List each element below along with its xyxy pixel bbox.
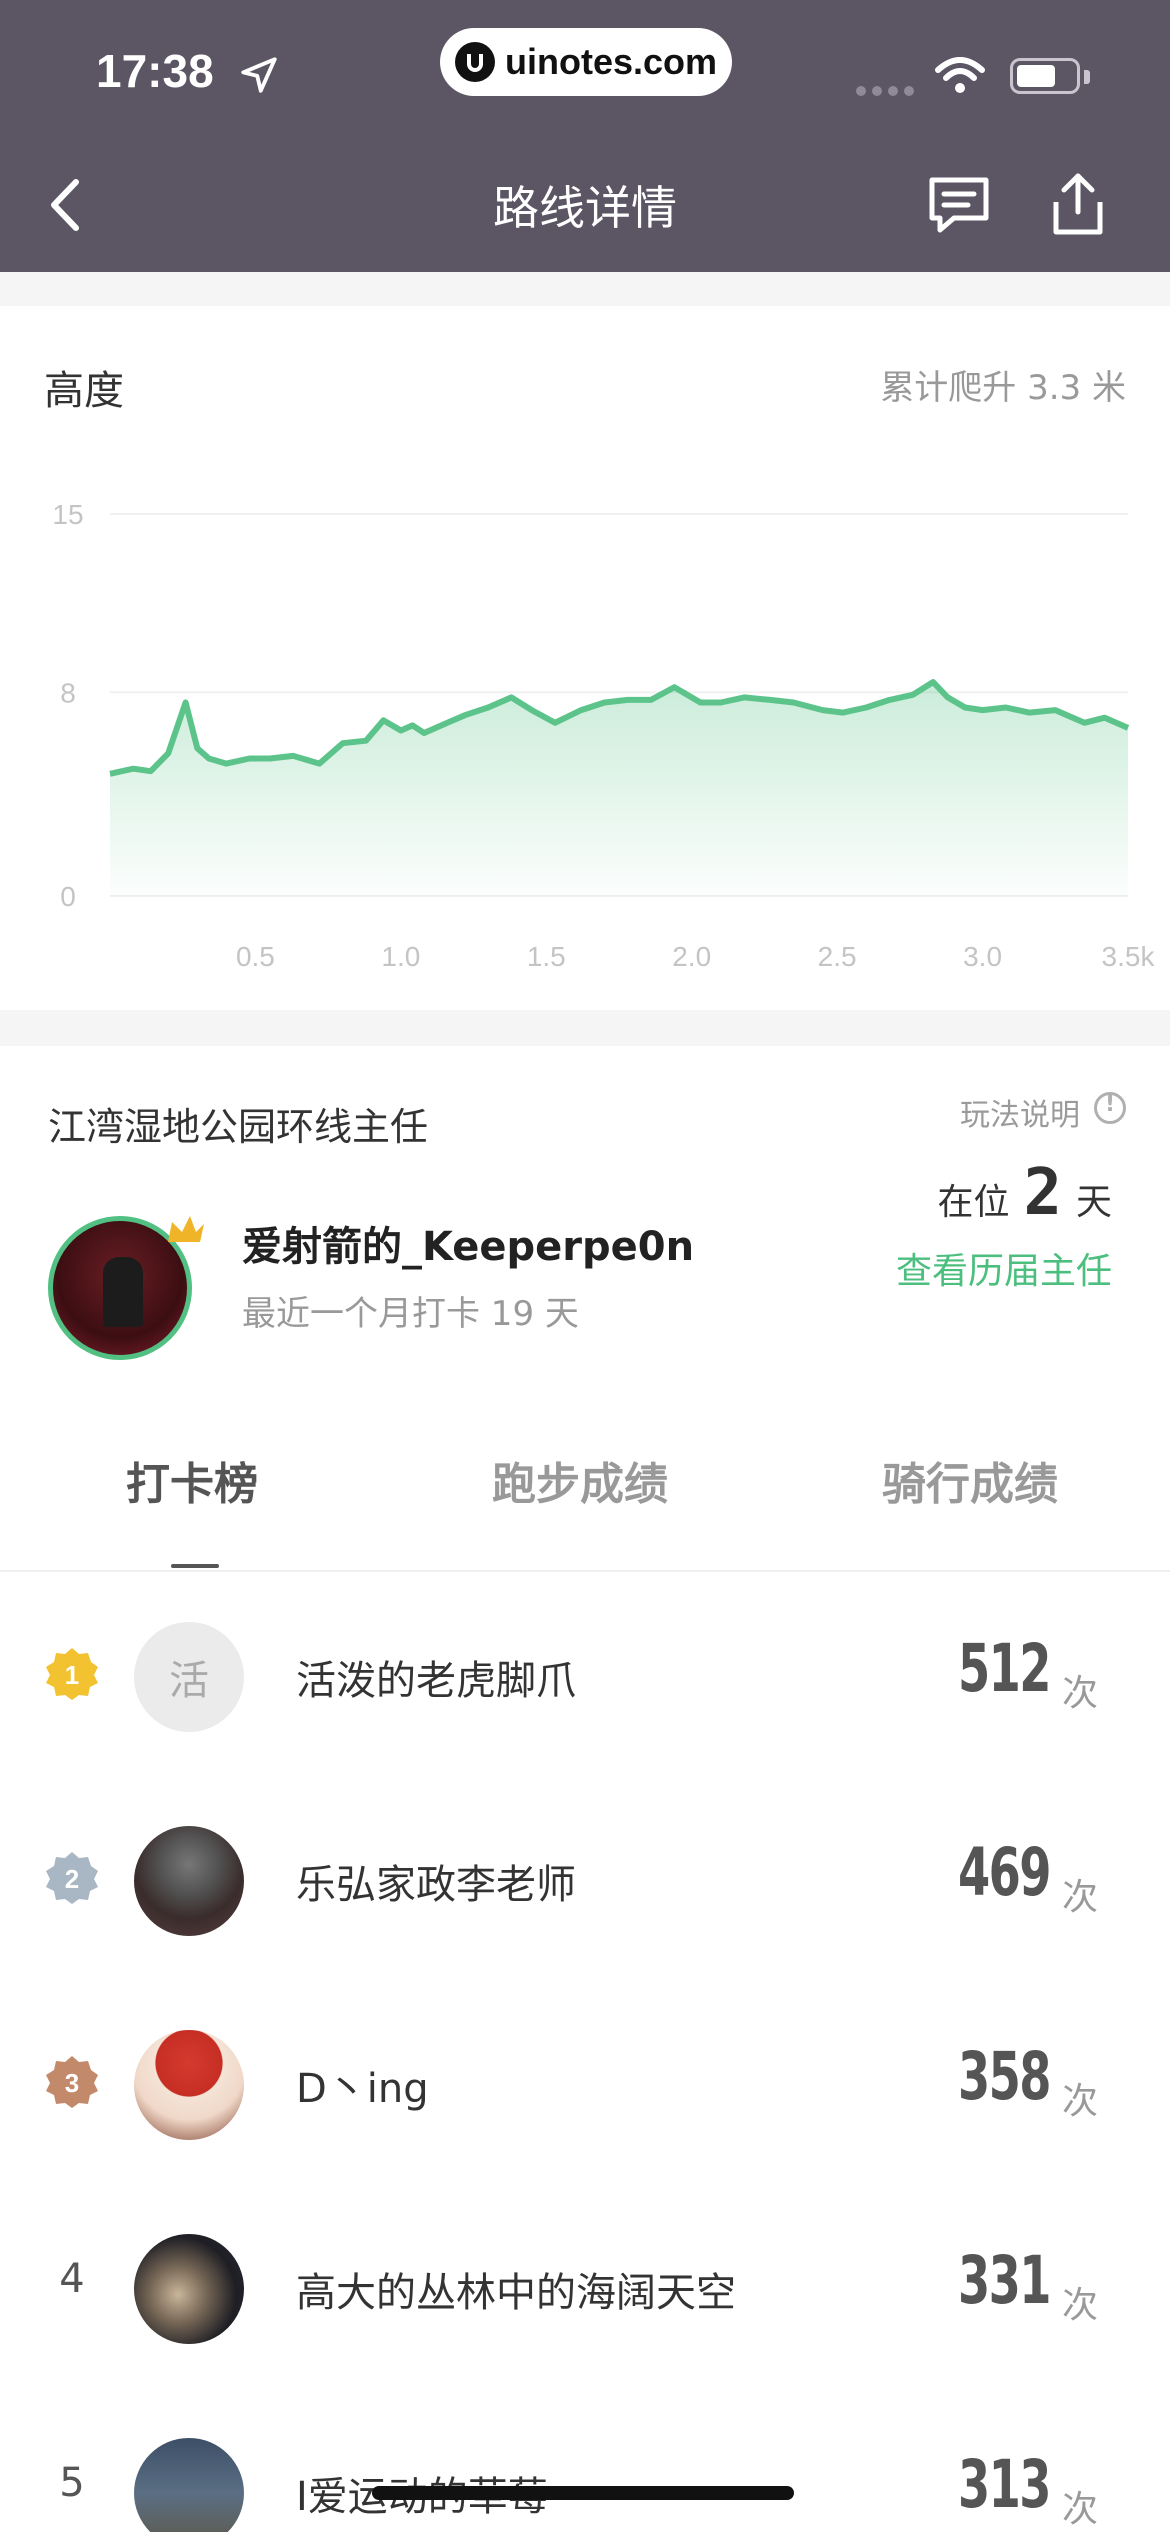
tab-running[interactable]: 跑步成绩 (492, 1448, 668, 1512)
gold-medal-icon: 1 (46, 1648, 98, 1700)
rank-unit: 次 (1061, 1877, 1098, 1918)
x-tick-label: 2.0 (672, 941, 711, 972)
rank-name: D丶ing (296, 2066, 429, 2112)
rank-number: 5 (59, 2460, 85, 2506)
rank-name: 活泼的老虎脚爪 (296, 1658, 576, 1704)
rank-2-number: 2 (65, 1864, 79, 1894)
rank-name: 乐弘家政李老师 (296, 1862, 576, 1908)
owner-route-title: 江湾湿地公园环线主任 (48, 1105, 429, 1149)
rank-unit: 次 (1061, 2489, 1098, 2530)
info-icon[interactable] (1094, 1092, 1126, 1124)
y-tick-label: 0 (60, 881, 76, 912)
rank-name: 高大的丛林中的海阔天空 (296, 2270, 736, 2316)
x-tick-label: 1.0 (381, 941, 420, 972)
tenure: 在位 2 天 (937, 1156, 1112, 1230)
back-button[interactable] (36, 168, 96, 242)
x-tick-label: 3.0 (963, 941, 1002, 972)
rank-count: 313 (957, 2446, 1052, 2523)
tenure-prefix: 在位 (937, 1182, 1010, 1223)
y-tick-label: 8 (60, 677, 76, 708)
share-icon[interactable] (1046, 168, 1110, 242)
location-arrow-icon (241, 57, 277, 93)
rank-row[interactable]: 1 活 活泼的老虎脚爪 512 次 (0, 1574, 1170, 1778)
tenure-days: 2 (1023, 1156, 1062, 1230)
battery-cap (1084, 70, 1090, 84)
tab-checkin[interactable]: 打卡榜 (126, 1448, 258, 1512)
tab-cycling[interactable]: 骑行成绩 (882, 1448, 1058, 1512)
owner-name[interactable]: 爱射箭的_Keeperpe0n (242, 1214, 694, 1272)
silver-medal-icon: 2 (46, 1852, 98, 1904)
comment-icon[interactable] (924, 172, 994, 238)
x-tick-label: 0.5 (236, 941, 275, 972)
avatar[interactable] (134, 1826, 244, 1936)
rank-row[interactable]: 5 I爱运动的草莓 313 次 (0, 2390, 1170, 2532)
bronze-medal-icon: 3 (46, 2056, 98, 2108)
header: 17:38 uinotes.com 路线详情 (0, 0, 1170, 272)
wifi-icon (935, 57, 985, 93)
y-tick-label: 15 (52, 499, 83, 530)
rank-tabs: 打卡榜 跑步成绩 骑行成绩 (0, 1400, 1170, 1572)
rank-row[interactable]: 2 乐弘家政李老师 469 次 (0, 1778, 1170, 1982)
page-title: 路线详情 (493, 181, 677, 235)
crown-icon (168, 1216, 204, 1242)
rank-unit: 次 (1061, 2081, 1098, 2122)
avatar[interactable] (134, 2030, 244, 2140)
status-time: 17:38 (96, 45, 214, 97)
battery-icon (1010, 58, 1080, 94)
url-pill[interactable]: uinotes.com (440, 28, 732, 96)
x-tick-label: 2.5 (818, 941, 857, 972)
avatar-initial: 活 (169, 1658, 209, 1704)
owner-card: 江湾湿地公园环线主任 玩法说明 爱射箭的_Keeperpe0n 最近一个月打卡 … (0, 1046, 1170, 2532)
rules-link[interactable]: 玩法说明 (960, 1090, 1080, 1134)
rank-number: 4 (59, 2256, 85, 2302)
tenure-suffix: 天 (1075, 1182, 1112, 1223)
route-detail-page: 17:38 uinotes.com 路线详情 高度 累计爬升 3.3 米 15 … (0, 0, 1170, 2532)
elevation-chart: 15 8 0 0.5 1.0 1.5 2.0 2.5 3.0 3.5k (52, 499, 1156, 972)
active-tab-indicator (171, 1564, 219, 1568)
rank-unit: 次 (1061, 1673, 1098, 1714)
cellular-signal-icon (856, 86, 914, 96)
rank-unit: 次 (1061, 2285, 1098, 2326)
rank-count: 331 (957, 2242, 1052, 2319)
rank-1-number: 1 (65, 1660, 79, 1690)
elevation-title: 高度 (44, 368, 124, 414)
site-logo-icon (454, 42, 495, 82)
elevation-card: 高度 累计爬升 3.3 米 15 8 0 0.5 1.0 1.5 2.0 2.5 3.0 3.5k (0, 306, 1170, 1010)
home-indicator (372, 2486, 794, 2500)
history-owners-link[interactable]: 查看历届主任 (896, 1242, 1112, 1294)
rank-row[interactable]: 4 高大的丛林中的海阔天空 331 次 (0, 2186, 1170, 2390)
owner-checkin-summary: 最近一个月打卡 19 天 (242, 1294, 579, 1334)
avatar[interactable] (134, 2234, 244, 2344)
elevation-summary: 累计爬升 3.3 米 (880, 368, 1126, 408)
avatar[interactable] (134, 2438, 244, 2532)
x-tick-label: 1.5 (527, 941, 566, 972)
rank-3-number: 3 (65, 2068, 79, 2098)
url-text: uinotes.com (504, 41, 718, 82)
rank-count: 358 (957, 2038, 1052, 2115)
rank-count: 512 (957, 1630, 1052, 1707)
rank-count: 469 (957, 1834, 1052, 1911)
avatar[interactable]: 活 (134, 1622, 244, 1732)
rank-row[interactable]: 3 D丶ing 358 次 (0, 1982, 1170, 2186)
elevation-area (110, 682, 1128, 896)
x-tick-label: 3.5k (1102, 941, 1156, 972)
